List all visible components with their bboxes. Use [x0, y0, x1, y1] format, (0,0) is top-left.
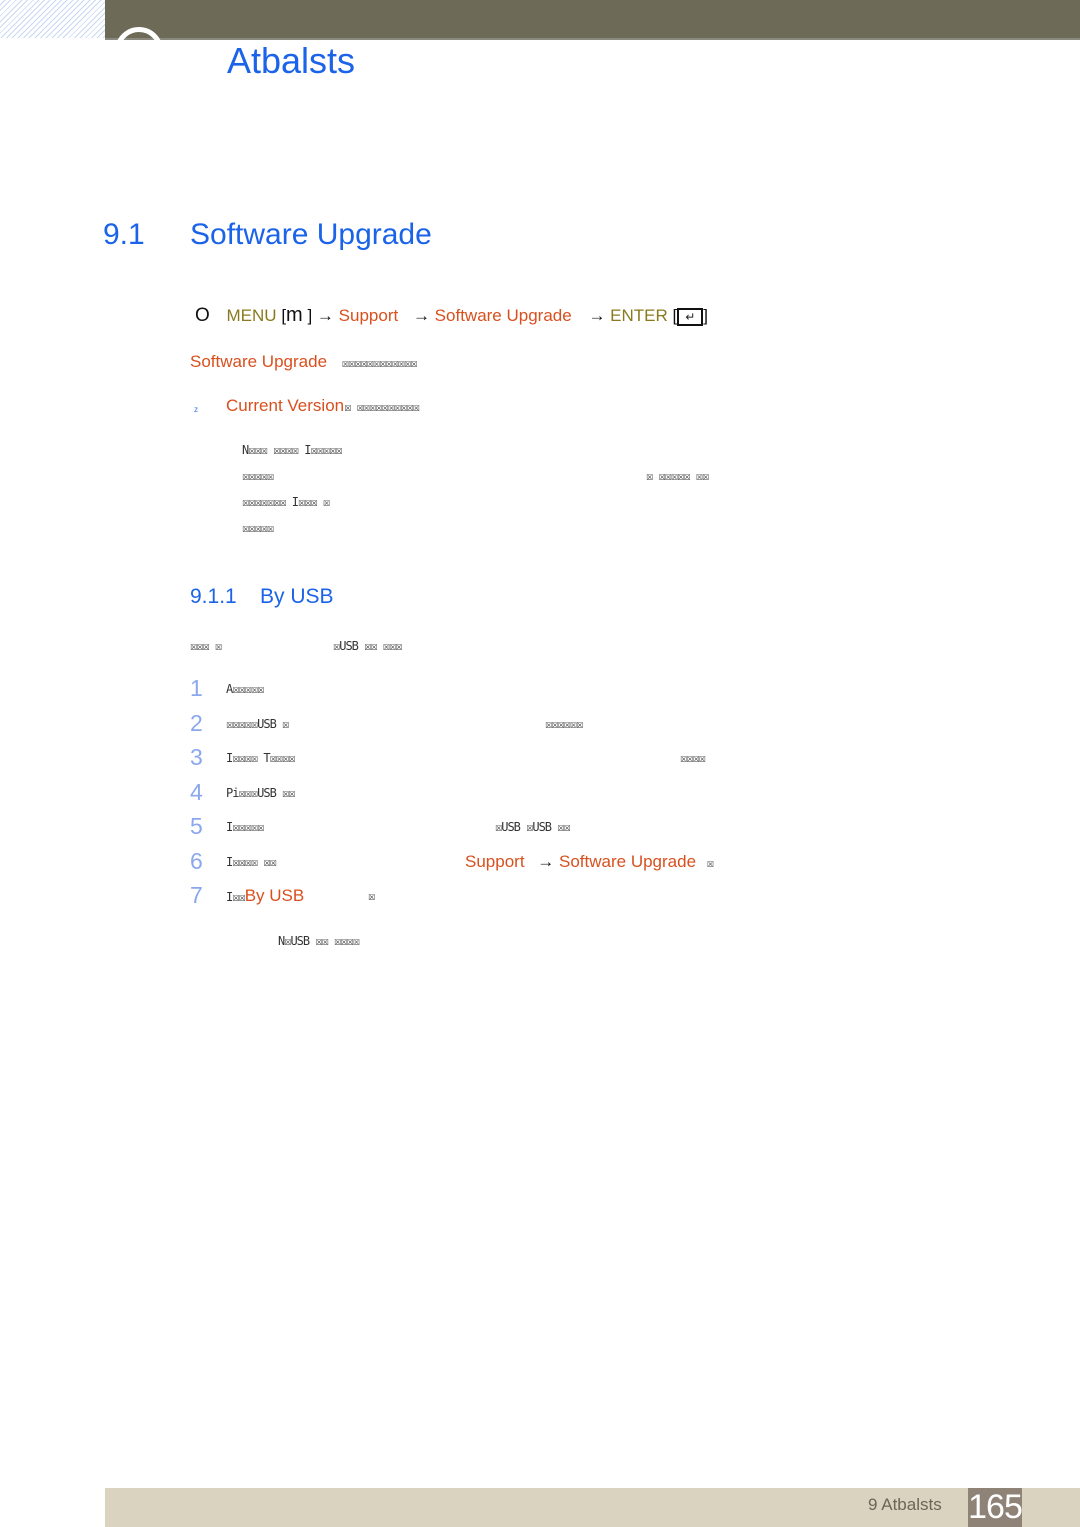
bullet-icon: z — [194, 405, 198, 414]
note-line: N☒☒☒ ☒☒☒☒ I☒☒☒☒☒ — [242, 443, 343, 457]
header-bar — [105, 0, 1080, 40]
step-text-right: ☒☒☒☒☒☒ — [545, 717, 583, 731]
menu-path: O MENU [m ] → Support → Software Upgrade… — [195, 304, 708, 327]
footer-chapter-label: 9 Atbalsts — [868, 1495, 942, 1514]
menu-step-software-upgrade: Software Upgrade — [434, 306, 572, 325]
step-text: ☒☒☒☒☒USB ☒ — [226, 717, 289, 731]
intro-highlight: Software Upgrade — [190, 352, 328, 371]
chapter-title: Atbalsts — [227, 40, 356, 81]
step-software-upgrade: Software Upgrade — [559, 852, 697, 871]
subsection-intro-left: ☒☒☒ ☒ — [190, 639, 222, 653]
step-number: 1 — [190, 675, 203, 701]
current-version-text: ☒ ☒☒☒☒☒☒☒☒☒☒ — [344, 400, 420, 414]
step-number: 3 — [190, 744, 203, 770]
section-intro: Software Upgrade ☒☒☒☒☒☒☒☒☒☒☒☒ — [190, 352, 418, 372]
step-text: I☒☒☒☒☒ — [226, 820, 264, 834]
chapter-circle-icon — [115, 27, 163, 75]
step-tail: ☒ — [706, 856, 714, 870]
step-text-right: ☒USB ☒USB ☒☒ — [495, 820, 571, 834]
step-number: 6 — [190, 848, 203, 874]
step-highlight-by-usb: By USB — [244, 886, 305, 905]
note-line-right: ☒ ☒☒☒☒☒ ☒☒ — [646, 469, 709, 483]
step-number: 4 — [190, 779, 203, 805]
step-text: I☒☒ — [226, 890, 246, 904]
intro-text: ☒☒☒☒☒☒☒☒☒☒☒☒ — [341, 356, 418, 370]
menu-key-icon: m — [286, 304, 303, 326]
arrow-icon: → — [537, 852, 555, 871]
step-number: 5 — [190, 813, 203, 839]
section-number: 9.1 — [103, 218, 145, 251]
step-text: A☒☒☒☒☒ — [226, 682, 264, 696]
subsection-intro-right: ☒USB ☒☒ ☒☒☒ — [333, 639, 402, 653]
step-text-right: ☒☒☒☒ — [680, 751, 706, 765]
menu-step-support: Support — [338, 306, 399, 325]
page-number: 165 — [968, 1488, 1023, 1527]
step-text: I☒☒☒☒ ☒☒ — [226, 855, 277, 869]
step-number: 2 — [190, 710, 203, 736]
note-line: ☒☒☒☒☒ — [242, 521, 274, 535]
note-line: ☒☒☒☒☒ — [242, 469, 274, 483]
subsection-note: N☒USB ☒☒ ☒☒☒☒ — [278, 934, 360, 948]
enter-key-icon: ↵ — [677, 307, 704, 326]
menu-label: MENU — [226, 306, 277, 325]
subsection-number: 9.1.1 — [190, 585, 237, 608]
step-support: Support — [465, 852, 525, 871]
bracket-close: ] — [703, 306, 708, 325]
arrow-icon: → — [412, 306, 430, 325]
current-version-highlight: Current Version — [226, 396, 345, 415]
step-tail: ☒ — [368, 889, 375, 903]
step-text: Pi☒☒☒USB ☒☒ — [226, 786, 295, 800]
enter-label: ENTER — [610, 306, 668, 325]
step-6-menu-path: Support → Software Upgrade ☒ — [465, 852, 714, 872]
step-7-line: I☒☒By USB — [226, 886, 304, 906]
arrow-icon: → — [588, 306, 606, 325]
bracket-close: ] — [307, 306, 313, 325]
subsection-title: By USB — [260, 585, 334, 608]
section-title: Software Upgrade — [190, 218, 432, 251]
step-text: I☒☒☒☒ T☒☒☒☒ — [226, 751, 295, 765]
step-number: 7 — [190, 882, 203, 908]
arrow-icon: → — [316, 306, 334, 325]
header-hatch-pattern — [0, 0, 105, 38]
current-version-line: Current Version☒ ☒☒☒☒☒☒☒☒☒☒ — [226, 396, 420, 416]
menu-path-bullet: O — [195, 305, 210, 326]
note-line: ☒☒☒☒☒☒☒ I☒☒☒ ☒ — [242, 495, 330, 509]
